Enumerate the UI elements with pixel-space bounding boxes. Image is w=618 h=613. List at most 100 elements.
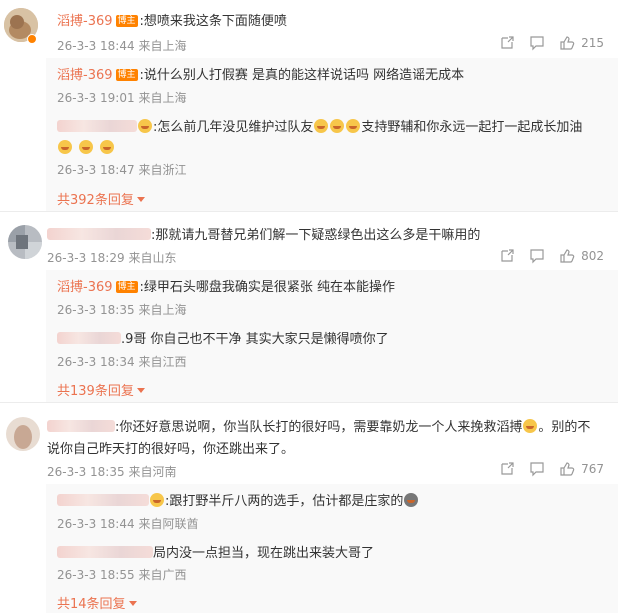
chevron-down-icon [136, 197, 145, 202]
author-badge: 博主 [115, 281, 138, 293]
reply-line: 滔搏-369 博主:绿甲石头哪盘我确实是很紧张 纯在本能操作 [57, 276, 395, 295]
reply-author[interactable]: 滔搏-369 [57, 68, 113, 83]
blurred-username [57, 332, 121, 344]
share-icon[interactable] [499, 461, 515, 477]
reply-line: :怎么前几年没见维护过队友 支持野辅和你永远一起打一起成长加油 [57, 116, 582, 135]
more-replies-link[interactable]: 共392条回复 [57, 189, 145, 208]
reply-author[interactable]: 滔搏-369 [57, 280, 113, 295]
chevron-down-icon [128, 601, 137, 606]
comment-time: 26-3-3 18:44 [57, 39, 135, 53]
comment-icon[interactable] [529, 461, 545, 477]
comment-time: 26-3-3 18:29 [47, 251, 125, 265]
avatar[interactable] [8, 225, 42, 259]
reply-time: 26-3-3 18:35 [57, 303, 135, 317]
reply-text: :跟打野半斤八两的选手，估计都是庄家的 [165, 494, 404, 509]
reply-time: 26-3-3 18:55 [57, 568, 135, 582]
reply-location: 来自广西 [138, 568, 187, 582]
comment-icon[interactable] [529, 248, 545, 264]
like-icon[interactable] [559, 35, 575, 51]
blurred-username [47, 228, 151, 240]
reply-text: 局内没一点担当，现在跳出来装大哥了 [153, 546, 375, 561]
comment-location: 来自上海 [138, 39, 187, 53]
more-replies-label[interactable]: 共14条回复 [57, 597, 126, 612]
avatar-image [8, 225, 42, 259]
grin-emoji-icon [314, 119, 329, 133]
author-badge: 博主 [115, 69, 138, 81]
comment-line: :那就请九哥替兄弟们解一下疑惑绿色出这么多是干嘛用的 [47, 224, 480, 243]
reply-location: 来自阿联酋 [138, 517, 199, 531]
smile-emoji-icon [138, 119, 152, 133]
reply-meta: 26-3-3 19:01 来自上海 [57, 89, 186, 106]
reply-line: 滔搏-369 博主:说什么别人打假赛 是真的能这样说话吗 网络造谣无成本 [57, 64, 464, 83]
comment-line: :你还好意思说啊，你当队长打的很好吗，需要靠奶龙一个人来挽救滔搏 。别的不 [47, 416, 590, 435]
blurred-username [57, 546, 153, 558]
reply-line: .9哥 你自己也不干净 其实大家只是懒得喷你了 [57, 328, 389, 347]
comment-actions: 767 [499, 461, 604, 477]
reply-time: 26-3-3 19:01 [57, 91, 135, 105]
reply-time: 26-3-3 18:34 [57, 355, 135, 369]
smile-emoji-icon [150, 493, 164, 507]
comment-actions: 802 [499, 248, 604, 264]
reply-text: .9哥 你自己也不干净 其实大家只是懒得喷你了 [121, 332, 389, 347]
grin-emoji-icon [346, 119, 361, 133]
reply-meta: 26-3-3 18:34 来自江西 [57, 353, 186, 370]
comment-actions: 215 [499, 35, 604, 51]
reply-text: :说什么别人打假赛 是真的能这样说话吗 网络造谣无成本 [139, 68, 465, 83]
reply-meta: 26-3-3 18:35 来自上海 [57, 301, 186, 318]
comment-line: 滔搏-369 博主:想喷来我这条下面随便喷 [57, 10, 287, 29]
sticker-emoji-icon [79, 140, 94, 154]
sticker-emoji-icon [58, 140, 72, 154]
reply-meta: 26-3-3 18:55 来自广西 [57, 566, 186, 583]
comment-text: :想喷来我这条下面随便喷 [139, 14, 287, 29]
avatar-image [6, 417, 40, 451]
comment-text-line2: 说你自己昨天打的很好吗，你还跳出来了。 [47, 442, 295, 457]
like-count: 767 [581, 462, 604, 476]
comment-meta: 26-3-3 18:44 来自上海 [57, 37, 186, 54]
more-replies-label[interactable]: 共139条回复 [57, 384, 134, 399]
emoji-row [57, 137, 115, 156]
dragon-emoji-icon [523, 419, 538, 433]
comment-icon[interactable] [529, 35, 545, 51]
more-replies-link[interactable]: 共14条回复 [57, 593, 137, 612]
divider [0, 211, 618, 212]
like-icon[interactable] [559, 461, 575, 477]
reply-text: :绿甲石头哪盘我确实是很紧张 纯在本能操作 [139, 280, 396, 295]
comment-time: 26-3-3 18:35 [47, 465, 125, 479]
reply-location: 来自上海 [138, 303, 187, 317]
more-replies-link[interactable]: 共139条回复 [57, 380, 145, 399]
more-replies-label[interactable]: 共392条回复 [57, 193, 134, 208]
reply-time: 26-3-3 18:47 [57, 163, 135, 177]
avatar[interactable] [6, 417, 40, 451]
comment-location: 来自河南 [128, 465, 177, 479]
grin-emoji-icon [330, 119, 345, 133]
comment-text-continued: 。别的不 [538, 420, 591, 435]
comment-text: :你还好意思说啊，你当队长打的很好吗，需要靠奶龙一个人来挽救滔搏 [115, 420, 523, 435]
butterfly-emoji-icon [404, 493, 419, 507]
divider [0, 402, 618, 403]
share-icon[interactable] [499, 248, 515, 264]
blurred-username [57, 494, 149, 506]
reply-meta: 26-3-3 18:44 来自阿联酋 [57, 515, 198, 532]
reply-location: 来自上海 [138, 91, 187, 105]
author-badge: 博主 [115, 15, 138, 27]
comment-line-2: 说你自己昨天打的很好吗，你还跳出来了。 [47, 438, 294, 457]
comment-meta: 26-3-3 18:35 来自河南 [47, 463, 176, 480]
reply-location: 来自浙江 [138, 163, 187, 177]
verified-icon [27, 34, 37, 44]
reply-text: :怎么前几年没见维护过队友 [153, 120, 314, 135]
like-count: 802 [581, 249, 604, 263]
reply-location: 来自江西 [138, 355, 187, 369]
like-count: 215 [581, 36, 604, 50]
blurred-username [57, 120, 137, 132]
reply-line: :跟打野半斤八两的选手，估计都是庄家的 [57, 490, 419, 509]
comment-meta: 26-3-3 18:29 来自山东 [47, 249, 176, 266]
sticker-emoji-icon [100, 140, 115, 154]
reply-line: 局内没一点担当，现在跳出来装大哥了 [57, 542, 374, 561]
comment-author[interactable]: 滔搏-369 [57, 14, 113, 29]
reply-meta: 26-3-3 18:47 来自浙江 [57, 161, 186, 178]
like-icon[interactable] [559, 248, 575, 264]
share-icon[interactable] [499, 35, 515, 51]
blurred-username [47, 420, 115, 432]
comment-location: 来自山东 [128, 251, 177, 265]
reply-time: 26-3-3 18:44 [57, 517, 135, 531]
